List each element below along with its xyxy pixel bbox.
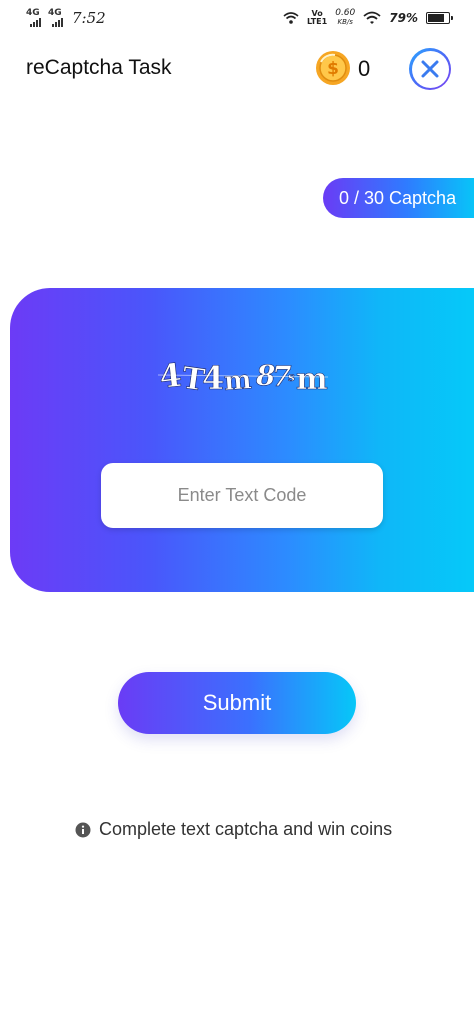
battery-percent: 79%: [389, 11, 418, 25]
close-button-inner: [411, 50, 449, 88]
close-button[interactable]: [409, 48, 451, 90]
network-speed: 0.60 KB/s: [335, 9, 355, 27]
signal-icon-1: 4G: [26, 8, 42, 27]
hint-text: Complete text captcha and win coins: [99, 819, 393, 839]
svg-text:m: m: [296, 362, 328, 397]
battery-fill: [428, 14, 444, 22]
speed-value: 0.60: [335, 8, 356, 18]
status-right: Vo LTE1 0.60 KB/s 79%: [283, 9, 453, 27]
svg-text:4: 4: [202, 359, 224, 397]
captcha-image: 4 T 4 m 8 7 s m: [158, 356, 328, 397]
svg-text:m: m: [223, 365, 253, 397]
captcha-progress-label: 0 / 30 Captcha: [339, 187, 457, 208]
speed-unit: KB/s: [337, 18, 353, 26]
status-bar: 4G 4G 7:52 Vo LTE1 0.60 KB/s 79%: [0, 0, 474, 36]
wifi-icon: [363, 11, 381, 24]
page-title: reCaptcha Task: [26, 56, 172, 79]
captcha-code-input[interactable]: [101, 463, 383, 528]
captcha-progress-badge: 0 / 30 Captcha: [323, 178, 474, 218]
volte-indicator: Vo LTE1: [307, 10, 327, 26]
network-type-2: 4G: [48, 8, 62, 18]
status-left: 4G 4G 7:52: [26, 8, 106, 27]
status-time: 7:52: [72, 9, 106, 27]
wifi-calling-icon: [283, 12, 299, 24]
volte-bottom: LTE1: [306, 17, 328, 26]
coin-symbol: $: [327, 59, 339, 79]
battery-icon: [426, 12, 453, 24]
close-icon: [421, 60, 439, 78]
coin-count: 0: [358, 56, 371, 81]
signal-icon-2: 4G: [48, 8, 64, 27]
captcha-card: 4 T 4 m 8 7 s m: [10, 288, 474, 592]
submit-button[interactable]: Submit: [118, 672, 356, 734]
hint-row: Complete text captcha and win coins: [75, 819, 392, 840]
network-type-1: 4G: [26, 8, 40, 18]
info-icon: [75, 822, 91, 837]
coin-icon: $: [316, 51, 350, 85]
submit-button-label: Submit: [202, 690, 272, 715]
